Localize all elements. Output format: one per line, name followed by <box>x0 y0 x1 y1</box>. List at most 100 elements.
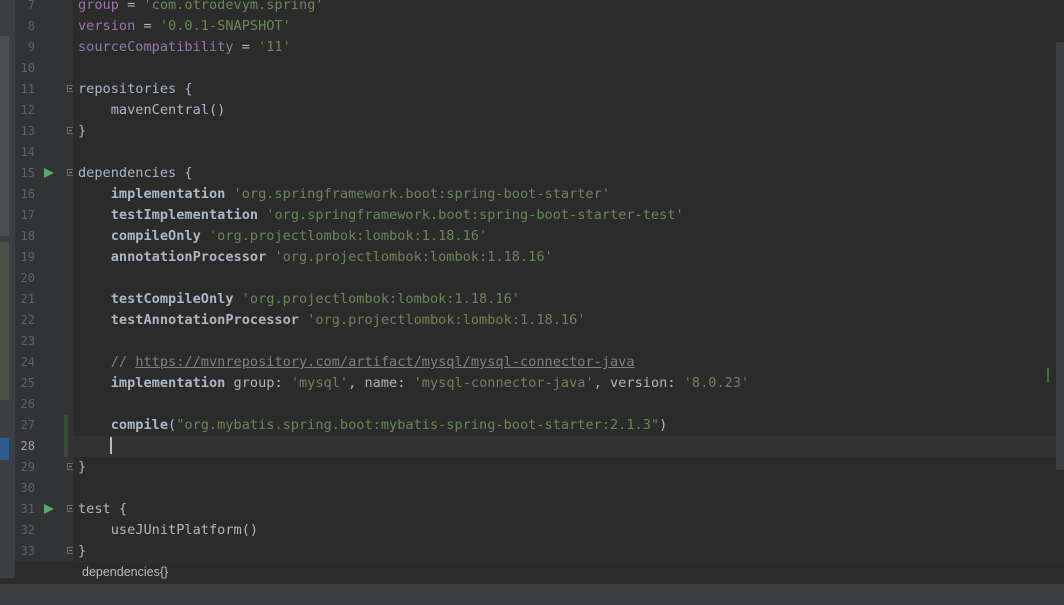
line-number: 12 <box>20 103 35 117</box>
line-number: 30 <box>20 481 35 495</box>
code-line[interactable]: // https://mvnrepository.com/artifact/my… <box>73 352 1056 373</box>
code-line[interactable] <box>73 394 1056 415</box>
line-number: 13 <box>20 124 35 138</box>
code-token: group <box>78 0 119 13</box>
run-icon[interactable] <box>44 168 54 178</box>
breadcrumb-item[interactable]: dependencies{} <box>82 565 168 579</box>
code-token: group <box>233 375 275 391</box>
code-line-text: } <box>78 457 86 478</box>
code-token: ( <box>168 417 177 433</box>
code-line[interactable] <box>73 268 1056 289</box>
gutter-row: 11 <box>15 79 74 100</box>
gutter-row: 9 <box>15 37 73 58</box>
code-line[interactable]: compile("org.mybatis.spring.boot:mybatis… <box>73 415 1056 436</box>
code-token: annotationProcessor <box>110 249 267 265</box>
code-link[interactable]: https://mvnrepository.com/artifact/mysql… <box>135 354 634 370</box>
code-token: implementation <box>110 186 226 202</box>
code-token: } <box>78 543 87 559</box>
code-line[interactable]: } <box>73 457 1056 478</box>
code-token: ) <box>659 417 668 433</box>
code-line[interactable]: version = '0.0.1-SNAPSHOT' <box>73 16 1056 37</box>
code-token: useJUnitPlatform <box>110 522 242 538</box>
code-line[interactable] <box>73 436 1056 457</box>
tool-window-strip <box>0 0 15 578</box>
code-line-text: dependencies { <box>78 163 193 184</box>
code-line-text: } <box>78 541 86 561</box>
code-line[interactable]: sourceCompatibility = '11' <box>73 37 1056 58</box>
code-token: { <box>110 501 128 517</box>
code-line[interactable] <box>73 142 1056 163</box>
line-number: 14 <box>20 145 35 159</box>
code-line[interactable]: implementation group: 'mysql', name: 'my… <box>73 373 1056 394</box>
text-caret <box>110 437 112 454</box>
line-number: 21 <box>20 292 35 306</box>
code-token: : <box>274 375 291 391</box>
code-token: : <box>397 375 414 391</box>
code-token: 'com.otrodevym.spring' <box>143 0 324 13</box>
gutter-row: 33 <box>15 541 74 562</box>
gutter-row: 20 <box>15 268 73 289</box>
vcs-change-bar[interactable] <box>64 415 68 436</box>
code-line-text: annotationProcessor 'org.projectlombok:l… <box>78 247 553 268</box>
code-line[interactable]: compileOnly 'org.projectlombok:lombok:1.… <box>73 226 1056 247</box>
code-token: testAnnotationProcessor <box>110 312 299 328</box>
run-icon[interactable] <box>44 504 54 514</box>
code-line[interactable]: mavenCentral() <box>73 100 1056 121</box>
code-line[interactable]: } <box>73 121 1056 142</box>
gutter-row: 31 <box>15 499 74 520</box>
code-token: testCompileOnly <box>110 291 234 307</box>
line-number: 17 <box>20 208 35 222</box>
line-number: 19 <box>20 250 35 264</box>
code-token: implementation <box>110 375 226 391</box>
vcs-change-bar[interactable] <box>64 436 68 457</box>
code-line-text: compile("org.mybatis.spring.boot:mybatis… <box>78 415 668 436</box>
code-line[interactable]: testAnnotationProcessor 'org.projectlomb… <box>73 310 1056 331</box>
code-token: compileOnly <box>110 228 201 244</box>
strip-segment <box>0 242 9 400</box>
gutter-row: 27 <box>15 415 73 436</box>
breadcrumb[interactable]: dependencies{} <box>15 561 1064 584</box>
gutter-row: 15 <box>15 163 74 184</box>
code-token: : <box>667 375 684 391</box>
gutter-row: 32 <box>15 520 73 541</box>
code-line-text: version = '0.0.1-SNAPSHOT' <box>78 16 291 37</box>
code-token: 'mysql' <box>290 375 349 391</box>
code-token: 'org.springframework.boot:spring-boot-st… <box>266 207 684 223</box>
code-line[interactable]: } <box>73 541 1056 561</box>
line-number: 22 <box>20 313 35 327</box>
code-line[interactable] <box>73 331 1056 352</box>
line-number: 20 <box>20 271 35 285</box>
line-number: 29 <box>20 460 35 474</box>
editor-gutter[interactable]: 7 8 9 10 11 12 13 14 15 16 17 18 19 20 21 22 23 24 25 26 27 2… <box>15 0 74 562</box>
code-line[interactable] <box>73 58 1056 79</box>
code-line[interactable]: group = 'com.otrodevym.spring' <box>73 0 1056 16</box>
code-token: } <box>78 123 87 139</box>
code-line[interactable]: repositories { <box>73 79 1056 100</box>
code-token: 'org.projectlombok:lombok:1.18.16' <box>307 312 586 328</box>
line-number: 26 <box>20 397 35 411</box>
change-marker[interactable] <box>1047 368 1049 382</box>
code-token: 'org.projectlombok:lombok:1.18.16' <box>208 228 488 244</box>
code-line[interactable]: testImplementation 'org.springframework.… <box>73 205 1056 226</box>
code-token: version <box>610 375 668 391</box>
code-line[interactable]: dependencies { <box>73 163 1056 184</box>
gutter-row: 22 <box>15 310 73 331</box>
code-line[interactable]: test { <box>73 499 1056 520</box>
line-number: 28 <box>20 439 35 453</box>
code-token: , <box>593 375 611 391</box>
code-line[interactable]: useJUnitPlatform() <box>73 520 1056 541</box>
strip-selection <box>0 438 9 460</box>
code-line[interactable]: testCompileOnly 'org.projectlombok:lombo… <box>73 289 1056 310</box>
code-line[interactable] <box>73 478 1056 499</box>
vertical-scrollbar[interactable] <box>1056 42 1064 470</box>
code-line[interactable]: annotationProcessor 'org.projectlombok:l… <box>73 247 1056 268</box>
strip-segment <box>0 36 9 236</box>
code-editor[interactable]: group = 'com.otrodevym.spring' version = … <box>73 0 1056 561</box>
code-line[interactable]: implementation 'org.springframework.boot… <box>73 184 1056 205</box>
code-token: compile <box>110 417 169 433</box>
code-token: '8.0.23' <box>683 375 750 391</box>
